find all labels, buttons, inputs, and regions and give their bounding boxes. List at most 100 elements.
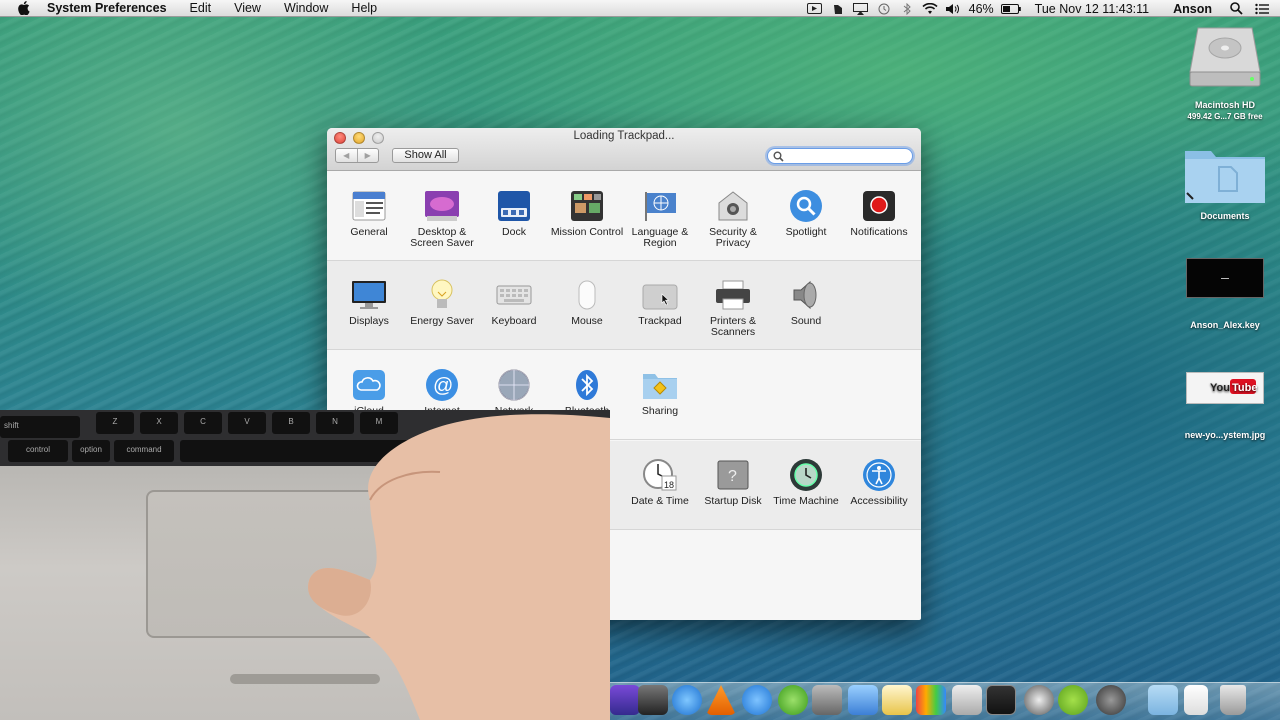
keyboard-icon: [496, 277, 532, 313]
pref-label: Startup Disk: [693, 496, 773, 507]
wifi-icon[interactable]: [922, 3, 938, 15]
pref-label: Accessibility: [839, 496, 919, 507]
desktop-icon-label: new-yo...ystem.jpg: [1175, 430, 1275, 441]
pref-label: Keyboard: [474, 316, 554, 327]
vlc-icon[interactable]: [706, 685, 736, 715]
pref-dock[interactable]: Dock: [474, 188, 554, 238]
mouse-icon: [569, 277, 605, 313]
pref-label: Trackpad: [620, 316, 700, 327]
pref-label: General: [329, 227, 409, 238]
activity-monitor-icon[interactable]: [986, 685, 1016, 715]
desktop-icon-label: Documents: [1175, 211, 1275, 222]
hand-image: [300, 410, 610, 720]
pref-accessibility[interactable]: Accessibility: [839, 457, 919, 507]
document-icon[interactable]: [1184, 685, 1208, 715]
pref-startup-disk[interactable]: ? Startup Disk: [693, 457, 773, 507]
menu-clock[interactable]: Tue Nov 12 11:43:11: [1035, 2, 1149, 16]
menu-user[interactable]: Anson: [1173, 2, 1212, 16]
bluetooth-icon: [569, 367, 605, 403]
pref-printers-scanners[interactable]: Printers & Scanners: [693, 277, 773, 338]
textedit-icon[interactable]: [882, 685, 912, 715]
airplay-icon[interactable]: [853, 3, 869, 15]
dock: [610, 682, 1280, 720]
desktop-icon-documents[interactable]: Documents: [1175, 143, 1275, 222]
pref-energy-saver[interactable]: Energy Saver: [402, 277, 482, 327]
window-titlebar[interactable]: Loading Trackpad... ◀ ▶ Show All: [327, 128, 921, 171]
trackpad-icon: [642, 277, 678, 313]
desktop-icon-label: Anson_Alex.key: [1175, 320, 1275, 331]
back-forward-buttons: ◀ ▶: [335, 148, 379, 163]
key-c: C: [184, 412, 222, 434]
pref-sound[interactable]: Sound: [766, 277, 846, 327]
spotify-icon[interactable]: [1058, 685, 1088, 715]
evernote-icon[interactable]: [830, 3, 846, 15]
pref-label: Mission Control: [547, 227, 627, 238]
key-option: option: [72, 440, 110, 462]
menu-app-name[interactable]: System Preferences: [47, 1, 167, 15]
pref-notifications[interactable]: Notifications: [839, 188, 919, 238]
menu-help[interactable]: Help: [351, 1, 377, 15]
time-machine-status-icon[interactable]: [876, 3, 892, 15]
energy-saver-icon: [424, 277, 460, 313]
search-input[interactable]: [767, 148, 913, 164]
desktop-icon-label: Macintosh HD: [1175, 100, 1275, 111]
forward-arrow-icon[interactable]: ▶: [358, 149, 379, 162]
steam-icon[interactable]: [1096, 685, 1126, 715]
bluetooth-status-icon[interactable]: [899, 3, 915, 15]
key-v: V: [228, 412, 266, 434]
pref-desktop-screen-saver[interactable]: Desktop & Screen Saver: [402, 188, 482, 249]
desktop-icon-keynote-file[interactable]: Anson_Alex.key: [1175, 258, 1275, 331]
charts-icon[interactable]: [916, 685, 946, 715]
preview-icon[interactable]: [952, 685, 982, 715]
imovie-icon[interactable]: [610, 685, 640, 715]
pref-mouse[interactable]: Mouse: [547, 277, 627, 327]
pref-label: Mouse: [547, 316, 627, 327]
menu-edit[interactable]: Edit: [190, 1, 212, 15]
battery-percent[interactable]: 46%: [969, 2, 994, 16]
system-preferences-icon[interactable]: [812, 685, 842, 715]
spotlight-menu-icon[interactable]: [1228, 3, 1244, 15]
pref-sharing[interactable]: Sharing: [620, 367, 700, 417]
key-control: control: [8, 440, 68, 462]
app-store-icon[interactable]: [742, 685, 772, 715]
battery-icon[interactable]: [1001, 3, 1021, 15]
photo-booth-icon[interactable]: [638, 685, 668, 715]
pref-label: Spotlight: [766, 227, 846, 238]
notifications-icon: [861, 188, 897, 224]
hard-drive-icon: [1175, 24, 1275, 96]
internet-accounts-icon: @: [424, 367, 460, 403]
notification-center-icon[interactable]: [1254, 3, 1270, 15]
pref-label: Language & Region: [620, 227, 700, 249]
pref-security-privacy[interactable]: Security & Privacy: [693, 188, 773, 249]
pref-date-time[interactable]: 18 Date & Time: [620, 457, 700, 507]
pref-keyboard[interactable]: Keyboard: [474, 277, 554, 327]
trash-icon[interactable]: [1220, 685, 1246, 715]
show-all-button[interactable]: Show All: [392, 148, 459, 163]
pref-mission-control[interactable]: Mission Control: [547, 188, 627, 238]
pref-spotlight[interactable]: Spotlight: [766, 188, 846, 238]
svg-text:@: @: [433, 375, 453, 397]
pref-general[interactable]: General: [329, 188, 409, 238]
icloud-icon: [351, 367, 387, 403]
back-arrow-icon[interactable]: ◀: [336, 149, 358, 162]
pref-trackpad[interactable]: Trackpad: [620, 277, 700, 327]
menu-bar: System Preferences Edit View Window Help…: [0, 0, 1280, 17]
pref-language-region[interactable]: Language & Region: [620, 188, 700, 249]
prefs-section-personal: General Desktop & Screen Saver Dock Miss…: [327, 172, 921, 261]
key-z: Z: [96, 412, 134, 434]
pref-displays[interactable]: Displays: [329, 277, 409, 327]
screen-record-icon[interactable]: [807, 3, 823, 15]
volume-icon[interactable]: [945, 3, 961, 15]
sound-icon: [788, 277, 824, 313]
pref-time-machine[interactable]: Time Machine: [766, 457, 846, 507]
folder-icon[interactable]: [1148, 685, 1178, 715]
menu-view[interactable]: View: [234, 1, 261, 15]
desktop-icon-macintosh-hd[interactable]: Macintosh HD 499.42 G...7 GB free: [1175, 24, 1275, 122]
disk-icon[interactable]: [1024, 685, 1054, 715]
apple-menu-icon[interactable]: [17, 1, 33, 15]
desktop-icon-image-file[interactable]: You Tube new-yo...ystem.jpg: [1175, 372, 1275, 441]
itunes-icon[interactable]: [672, 685, 702, 715]
keynote-icon[interactable]: [848, 685, 878, 715]
utorrent-icon[interactable]: [778, 685, 808, 715]
menu-window[interactable]: Window: [284, 1, 328, 15]
